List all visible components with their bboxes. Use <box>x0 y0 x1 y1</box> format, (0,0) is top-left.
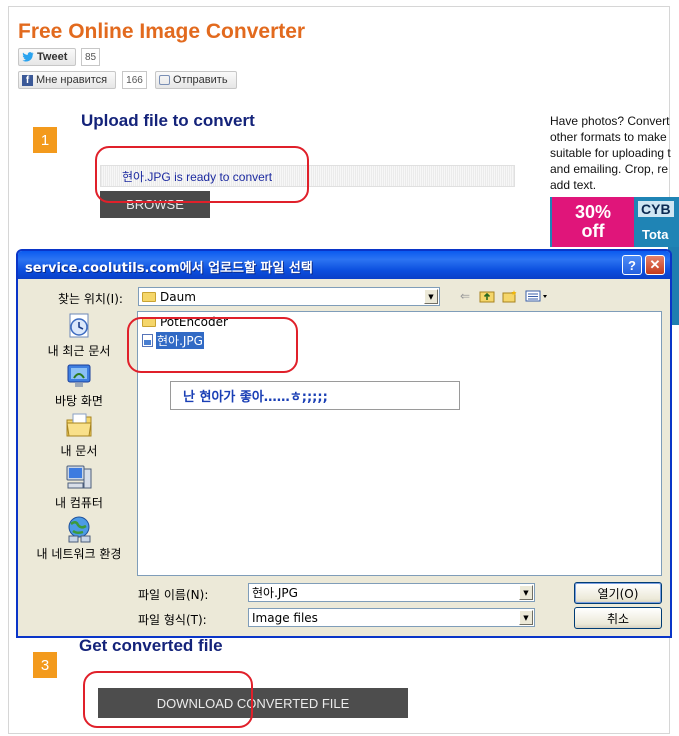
place-label: 바탕 화면 <box>55 394 103 408</box>
image-file-icon <box>142 334 153 347</box>
tweet-count: 85 <box>81 48 100 66</box>
like-count: 166 <box>122 71 147 89</box>
places-bar: 내 최근 문서 바탕 화면 내 문서 내 컴퓨터 내 네트워크 환경 <box>23 311 135 576</box>
file-name: 현아.JPG <box>155 331 205 350</box>
tweet-button[interactable]: Tweet <box>18 48 76 66</box>
folder-icon <box>142 291 156 302</box>
facebook-send-button[interactable]: Отправить <box>155 71 237 89</box>
my-documents-icon <box>64 411 94 441</box>
file-upload-dialog: service.coolutils.com에서 업로드할 파일 선택 ? ✕ 찾… <box>16 249 672 638</box>
promo-brand: CYB <box>638 201 674 217</box>
place-my-computer[interactable]: 내 컴퓨터 <box>23 463 135 511</box>
discount-off: off <box>581 221 605 241</box>
new-folder-icon[interactable] <box>501 287 519 305</box>
chevron-down-icon[interactable]: ▼ <box>424 289 438 304</box>
place-label: 내 컴퓨터 <box>55 496 103 510</box>
promo-banner[interactable]: 30% off CYB Tota <box>550 197 679 247</box>
discount-badge: 30% off <box>552 197 634 247</box>
promo-line: add text. <box>550 178 597 192</box>
promo-subtext: Tota <box>642 227 669 242</box>
place-recent-documents[interactable]: 내 최근 문서 <box>23 311 135 359</box>
chevron-down-icon[interactable]: ▼ <box>519 585 533 600</box>
promo-line: Have photos? Convert <box>550 114 670 128</box>
place-network[interactable]: 내 네트워크 환경 <box>23 514 135 562</box>
up-folder-icon[interactable] <box>478 287 496 305</box>
file-item-folder[interactable]: PotEncoder <box>142 315 228 329</box>
file-type-dropdown[interactable]: Image files ▼ <box>248 608 535 627</box>
file-type-value: Image files <box>252 610 318 625</box>
help-button[interactable]: ? <box>622 255 642 275</box>
back-arrow-icon[interactable]: ⇐ <box>456 287 474 305</box>
place-desktop[interactable]: 바탕 화면 <box>23 361 135 409</box>
folder-icon <box>142 317 156 327</box>
recent-documents-icon <box>64 311 94 341</box>
twitter-bird-icon <box>22 52 34 62</box>
file-list[interactable]: PotEncoder 현아.JPG <box>137 311 662 576</box>
open-button[interactable]: 열기(O) <box>574 582 662 604</box>
dialog-title: service.coolutils.com에서 업로드할 파일 선택 <box>25 261 313 276</box>
desktop-icon <box>64 361 94 391</box>
place-label: 내 최근 문서 <box>47 344 111 358</box>
tweet-label: Tweet <box>37 51 68 63</box>
place-label: 내 네트워크 환경 <box>36 547 122 561</box>
place-label: 내 문서 <box>60 444 98 458</box>
annotation-caption: 난 현아가 좋아……ㅎ;;;;; <box>170 381 460 410</box>
file-item-selected[interactable]: 현아.JPG <box>142 331 205 350</box>
close-button[interactable]: ✕ <box>645 255 665 275</box>
view-menu-icon[interactable] <box>524 287 550 305</box>
send-label: Отправить <box>173 74 228 86</box>
file-name-field[interactable]: 현아.JPG ▼ <box>248 583 535 602</box>
file-name-value: 현아.JPG <box>252 586 298 600</box>
facebook-like-button[interactable]: f Мне нравится <box>18 71 116 89</box>
chevron-down-icon[interactable]: ▼ <box>519 610 533 625</box>
file-name: PotEncoder <box>160 315 228 329</box>
step-1-badge: 1 <box>33 127 57 153</box>
file-name-label: 파일 이름(N): <box>138 588 209 602</box>
network-places-icon <box>64 514 94 544</box>
like-label: Мне нравится <box>36 74 108 86</box>
step-3-heading: Get converted file <box>79 636 223 655</box>
promo-text: Have photos? Convert other formats to ma… <box>550 113 679 193</box>
promo-line: and emailing. Crop, re <box>550 162 669 176</box>
discount-percent: 30% <box>574 202 612 222</box>
look-in-label: 찾는 위치(I): <box>58 292 123 306</box>
place-my-documents[interactable]: 내 문서 <box>23 411 135 459</box>
facebook-icon: f <box>22 74 33 86</box>
browse-button[interactable]: BROWSE <box>100 191 210 218</box>
step-1-heading: Upload file to convert <box>81 111 255 130</box>
my-computer-icon <box>64 463 94 493</box>
step-3-badge: 3 <box>33 652 57 678</box>
page-title: Free Online Image Converter <box>18 20 306 43</box>
promo-line: other formats to make <box>550 130 667 144</box>
send-icon <box>159 75 170 85</box>
dialog-titlebar[interactable]: service.coolutils.com에서 업로드할 파일 선택 ? ✕ <box>18 251 670 279</box>
look-in-dropdown[interactable]: Daum ▼ <box>138 287 440 306</box>
file-type-label: 파일 형식(T): <box>138 613 207 627</box>
look-in-value: Daum <box>160 289 196 304</box>
promo-line: suitable for uploading t <box>550 146 671 160</box>
upload-status-text: 현아.JPG is ready to convert <box>122 170 273 184</box>
cancel-button[interactable]: 취소 <box>574 607 662 629</box>
download-converted-file-button[interactable]: DOWNLOAD CONVERTED FILE <box>98 688 408 718</box>
